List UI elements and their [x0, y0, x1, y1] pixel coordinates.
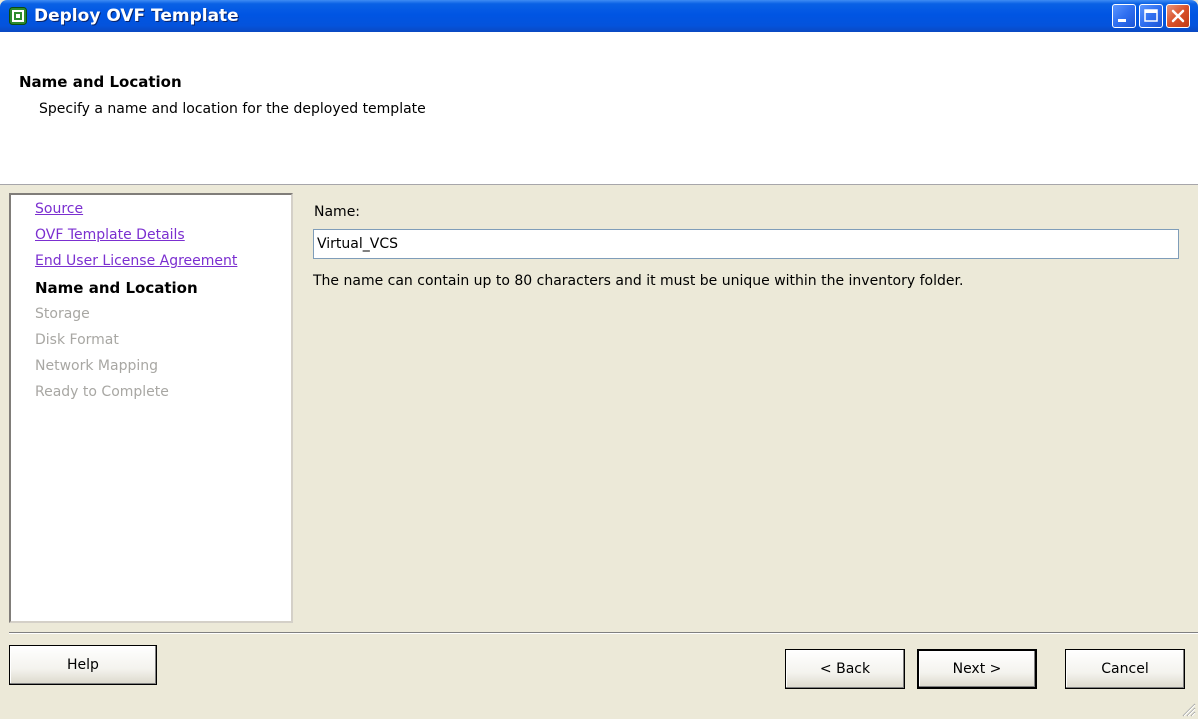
minimize-button[interactable] — [1112, 4, 1136, 28]
step-storage: Storage — [35, 306, 90, 322]
help-button[interactable]: Help — [9, 645, 157, 685]
maximize-button[interactable] — [1139, 4, 1163, 28]
step-name-and-location: Name and Location — [35, 279, 198, 297]
close-button[interactable] — [1166, 4, 1190, 28]
name-hint: The name can contain up to 80 characters… — [313, 273, 964, 289]
footer-separator — [9, 632, 1198, 634]
cancel-button[interactable]: Cancel — [1065, 649, 1185, 689]
title-bar[interactable]: Deploy OVF Template — [0, 0, 1198, 32]
next-button[interactable]: Next > — [917, 649, 1037, 689]
vsphere-app-icon — [9, 7, 27, 25]
maximize-icon — [1144, 9, 1158, 22]
step-ovf-template-details[interactable]: OVF Template Details — [35, 227, 185, 243]
close-icon — [1171, 9, 1185, 23]
back-button[interactable]: < Back — [785, 649, 905, 689]
step-source[interactable]: Source — [35, 201, 83, 217]
window-title: Deploy OVF Template — [34, 6, 239, 26]
name-input[interactable] — [313, 229, 1179, 259]
step-network-mapping: Network Mapping — [35, 358, 158, 374]
step-ready-to-complete: Ready to Complete — [35, 384, 169, 400]
step-disk-format: Disk Format — [35, 332, 119, 348]
minimize-icon — [1118, 19, 1126, 22]
page-description: Specify a name and location for the depl… — [39, 101, 426, 117]
step-end-user-license-agreement[interactable]: End User License Agreement — [35, 253, 237, 269]
name-label: Name: — [314, 204, 361, 220]
page-title: Name and Location — [19, 73, 182, 91]
resize-grip-icon[interactable] — [1180, 701, 1196, 717]
deploy-ovf-dialog: Deploy OVF Template Name and Location Sp… — [0, 0, 1198, 719]
wizard-steps-pane: Source OVF Template Details End User Lic… — [9, 193, 293, 623]
